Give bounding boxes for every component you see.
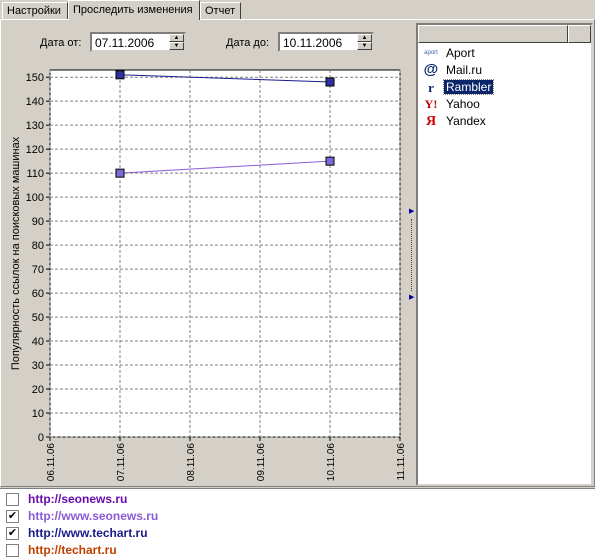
- url-item[interactable]: ✔ http://www.techart.ru: [6, 525, 406, 542]
- spin-up-icon[interactable]: ▲: [169, 34, 184, 42]
- y-tick-label: 100: [26, 192, 44, 204]
- data-point: [115, 168, 125, 178]
- data-point: [325, 156, 335, 166]
- x-tick-label: 11.11.06: [396, 443, 407, 481]
- arrow-right-icon: ▶: [409, 208, 415, 215]
- url-text: http://www.seonews.ru: [28, 509, 159, 523]
- splitter-handle[interactable]: ▶ ▶: [408, 205, 415, 305]
- url-item[interactable]: ✔ http://www.seonews.ru: [6, 508, 406, 525]
- y-tick-label: 30: [32, 360, 44, 372]
- y-tick-label: 0: [38, 432, 44, 444]
- y-tick-label: 80: [32, 240, 44, 252]
- x-tick-label: 08.11.06: [186, 443, 197, 482]
- url-text: http://www.techart.ru: [28, 526, 148, 540]
- checkbox[interactable]: ✔: [6, 527, 19, 540]
- y-tick-label: 10: [32, 408, 44, 420]
- y-tick-label: 50: [32, 312, 44, 324]
- y-tick-label: 90: [32, 216, 44, 228]
- engine-name: Aport: [446, 46, 475, 60]
- url-item[interactable]: http://techart.ru: [6, 542, 406, 559]
- checkbox[interactable]: [6, 493, 19, 506]
- checkbox[interactable]: [6, 544, 19, 557]
- spin-down-icon[interactable]: ▼: [357, 42, 372, 50]
- engine-name: Mail.ru: [446, 63, 483, 77]
- y-tick-label: 40: [32, 336, 44, 348]
- x-tick-label: 10.11.06: [326, 443, 337, 482]
- data-point: [325, 77, 335, 87]
- spin-down-icon[interactable]: ▼: [169, 42, 184, 50]
- y-tick-label: 110: [26, 168, 44, 180]
- spin-up-icon[interactable]: ▲: [357, 34, 372, 42]
- date-to-label: Дата до:: [226, 37, 270, 49]
- engine-name: Yahoo: [446, 97, 480, 111]
- engine-name: Yandex: [446, 114, 486, 128]
- splitter-grip: [411, 219, 413, 291]
- x-tick-label: 06.11.06: [46, 443, 57, 482]
- list-item-yahoo[interactable]: Y! Yahoo: [422, 96, 582, 113]
- x-tick-label: 07.11.06: [116, 443, 127, 482]
- y-tick-label: 140: [26, 96, 44, 108]
- yandex-icon: Я: [425, 114, 437, 129]
- y-tick-label: 70: [32, 264, 44, 276]
- y-tick-label: 60: [32, 288, 44, 300]
- tab-settings[interactable]: Настройки: [2, 2, 68, 19]
- yahoo-icon: Y!: [424, 97, 438, 111]
- list-item-mailru[interactable]: @ Mail.ru: [422, 62, 582, 79]
- list-item-aport[interactable]: aport Aport: [422, 45, 582, 62]
- date-from-spinner[interactable]: ▲ ▼: [169, 34, 184, 50]
- date-from-label: Дата от:: [40, 37, 82, 49]
- tab-track-changes[interactable]: Проследить изменения: [68, 0, 200, 20]
- date-from-value: 07.11.2006: [95, 36, 155, 50]
- list-header[interactable]: [418, 25, 568, 43]
- checkbox[interactable]: ✔: [6, 510, 19, 523]
- data-point: [115, 70, 125, 80]
- date-to-spinner[interactable]: ▲ ▼: [357, 34, 372, 50]
- rambler-icon: r: [428, 80, 434, 95]
- list-item-yandex[interactable]: Я Yandex: [422, 113, 582, 130]
- url-text: http://techart.ru: [28, 543, 117, 557]
- x-tick-label: 09.11.06: [256, 443, 267, 482]
- list-header-extra[interactable]: [568, 25, 591, 43]
- url-list[interactable]: http://seonews.ru ✔ http://www.seonews.r…: [0, 488, 595, 559]
- engine-name: Rambler: [442, 79, 495, 95]
- y-tick-label: 130: [26, 120, 44, 132]
- arrow-right-icon: ▶: [409, 294, 415, 301]
- url-text: http://seonews.ru: [28, 492, 128, 506]
- date-from-field[interactable]: 07.11.2006 ▲ ▼: [90, 32, 186, 52]
- list-item-rambler[interactable]: r Rambler: [422, 79, 582, 96]
- date-to-field[interactable]: 10.11.2006 ▲ ▼: [278, 32, 374, 52]
- y-tick-label: 20: [32, 384, 44, 396]
- url-item[interactable]: http://seonews.ru: [6, 491, 406, 508]
- y-tick-label: 120: [26, 144, 44, 156]
- y-tick-label: 150: [26, 72, 44, 84]
- tab-strip: Настройки Проследить изменения Отчет: [0, 0, 595, 20]
- search-engine-list[interactable]: aport Aport @ Mail.ru r Rambler Y! Yahoo…: [416, 23, 593, 486]
- mailru-icon: @: [423, 61, 439, 78]
- tab-report[interactable]: Отчет: [200, 2, 241, 19]
- popularity-chart: 0 10 20 30 40 50 60 70 80 90 100 110 120 130 140 150 06.…: [10, 69, 407, 482]
- y-axis-label: Популярность ссылок на поисковых машинах: [10, 136, 22, 370]
- aport-icon: aport: [424, 50, 438, 56]
- date-to-value: 10.11.2006: [283, 36, 343, 50]
